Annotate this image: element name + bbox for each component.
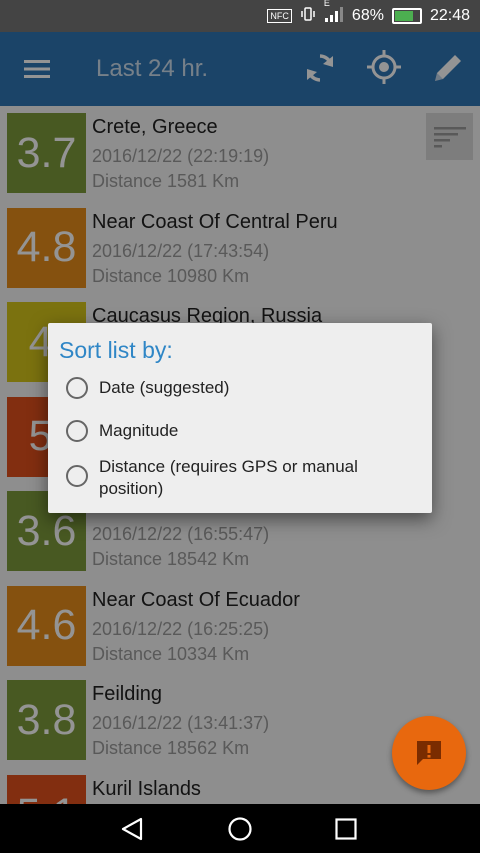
home-icon[interactable] [220, 812, 260, 846]
option-label: Date (suggested) [99, 378, 230, 397]
sort-option-distance[interactable]: Distance (requires GPS or manual positio… [66, 456, 389, 500]
radio-button[interactable] [66, 420, 88, 442]
sort-dialog: Sort list by: Date (suggested) Magnitude… [48, 323, 432, 513]
back-icon[interactable] [112, 812, 152, 846]
clock: 22:48 [429, 7, 470, 24]
navigation-bar [0, 804, 480, 853]
status-bar: NFC E 68% 22:48 [0, 0, 480, 32]
report-fab[interactable] [392, 716, 466, 790]
app-bar-scrim [0, 32, 480, 106]
option-label: Magnitude [99, 421, 179, 440]
vibrate-icon [300, 6, 316, 27]
recents-icon[interactable] [326, 812, 366, 846]
signal-icon: E [324, 0, 344, 27]
battery-percent: 68% [351, 7, 384, 24]
sort-option-date[interactable]: Date (suggested) [66, 377, 389, 399]
radio-button[interactable] [66, 465, 88, 487]
sort-option-magnitude[interactable]: Magnitude [66, 420, 389, 442]
dialog-title: Sort list by: [59, 337, 173, 363]
option-label: Distance (requires GPS or manual positio… [99, 457, 358, 498]
radio-button[interactable] [66, 377, 88, 399]
report-icon [417, 741, 441, 765]
battery-icon [391, 8, 422, 24]
nfc-icon: NFC [267, 9, 292, 23]
